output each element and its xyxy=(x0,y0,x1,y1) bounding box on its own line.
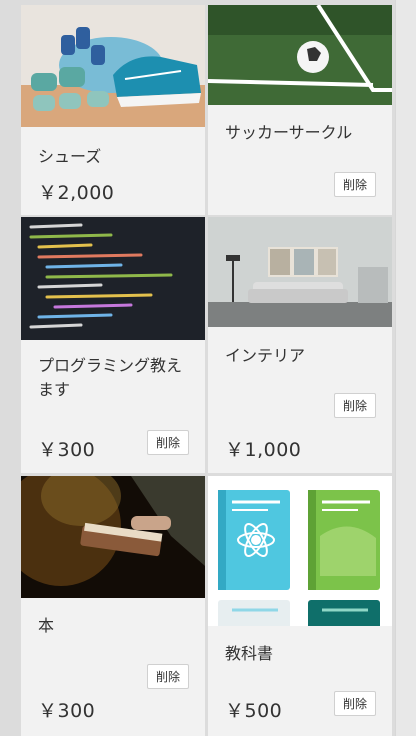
item-price: ￥300 xyxy=(38,439,96,461)
product-card[interactable]: 本 削除 ￥300 xyxy=(21,476,205,736)
vertical-scrollbar[interactable] xyxy=(395,0,416,736)
product-card[interactable]: 教科書 削除 ￥500 xyxy=(208,476,392,736)
item-price: ￥1,000 xyxy=(225,439,302,461)
delete-button[interactable]: 削除 xyxy=(334,691,376,716)
textbooks-illustration xyxy=(208,476,392,626)
fitness-shoes-dumbbells-photo xyxy=(21,5,205,127)
item-price: ￥2,000 xyxy=(38,182,115,204)
delete-button[interactable]: 削除 xyxy=(334,172,376,197)
living-room-interior-photo xyxy=(208,217,392,327)
item-title: シューズ xyxy=(38,147,102,166)
item-title: 教科書 xyxy=(225,644,274,663)
product-card[interactable]: シューズ ￥2,000 xyxy=(21,5,205,215)
product-card[interactable]: プログラミング教えます 削除 ￥300 xyxy=(21,217,205,473)
item-title: インテリア xyxy=(225,346,306,365)
product-card[interactable]: サッカーサークル 削除 xyxy=(208,5,392,215)
delete-button[interactable]: 削除 xyxy=(147,430,189,455)
delete-button[interactable]: 削除 xyxy=(147,664,189,689)
item-title: 本 xyxy=(38,616,55,635)
item-price: ￥300 xyxy=(38,700,96,722)
reading-book-photo xyxy=(21,476,205,598)
item-title: プログラミング教えます xyxy=(38,356,183,399)
delete-button[interactable]: 削除 xyxy=(334,393,376,418)
item-title: サッカーサークル xyxy=(225,123,353,142)
soccer-ball-field-photo xyxy=(208,5,392,105)
item-price: ￥500 xyxy=(225,700,283,722)
product-card[interactable]: インテリア 削除 ￥1,000 xyxy=(208,217,392,473)
code-screen-photo xyxy=(21,217,205,340)
